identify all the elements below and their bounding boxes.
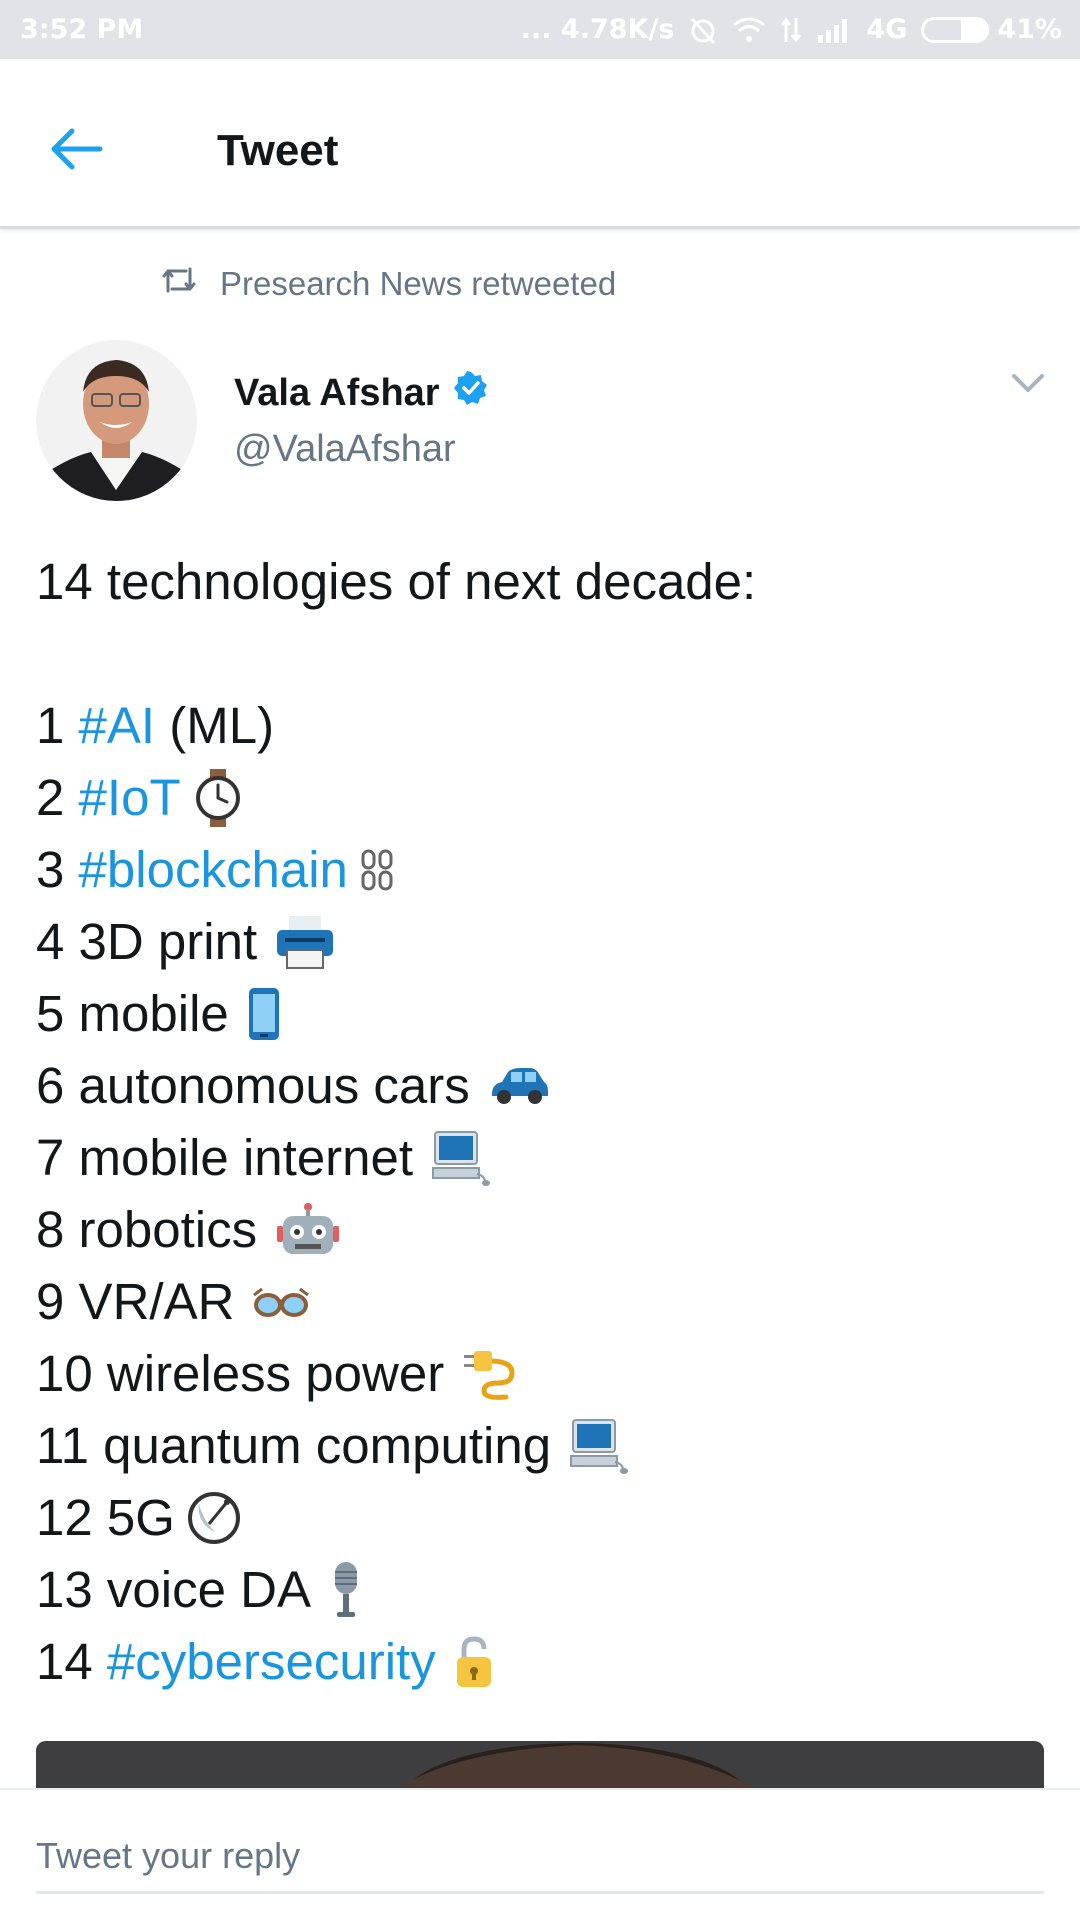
tweet-text: 14 technologies of next decade: 1 #AI (M… — [36, 546, 1046, 1698]
list-item: 1 #AI (ML) — [36, 690, 1046, 762]
item-number: 3 — [36, 841, 65, 898]
list-item: 7 mobile internet — [36, 1122, 1046, 1194]
list-item: 14 #cybersecurity — [36, 1626, 1046, 1698]
item-text: autonomous cars — [78, 1057, 470, 1114]
tweet-menu-button[interactable] — [1010, 368, 1046, 398]
item-text: quantum computing — [103, 1417, 552, 1474]
item-number: 12 — [36, 1489, 93, 1546]
item-text: mobile internet — [78, 1129, 414, 1186]
list-item: 12 5G — [36, 1482, 1046, 1554]
item-text: mobile — [78, 985, 229, 1042]
reply-bar: Tweet your reply — [0, 1788, 1080, 1920]
page-title: Tweet — [217, 126, 339, 175]
hashtag-link[interactable]: #blockchain — [79, 834, 348, 906]
retweet-context[interactable]: Presearch News retweeted — [160, 260, 616, 308]
item-text: 3D print — [78, 913, 258, 970]
item-text: VR/AR — [78, 1273, 235, 1330]
list-item: 8 robotics — [36, 1194, 1046, 1266]
hashtag-link[interactable]: #AI — [79, 690, 156, 762]
satellite-dish-icon — [187, 1490, 241, 1546]
alarm-off-icon — [688, 15, 718, 45]
list-item: 3 #blockchain — [36, 834, 1046, 906]
technology-list: 1 #AI (ML) 2 #IoT 3 #blockchain 4 3D print 5… — [36, 690, 1046, 1698]
computer-icon — [569, 1418, 629, 1474]
item-number: 4 — [36, 913, 65, 970]
retweet-icon — [160, 265, 198, 303]
item-number: 5 — [36, 985, 65, 1042]
hashtag-link[interactable]: #IoT — [79, 762, 181, 834]
printer-icon — [275, 914, 335, 970]
back-button[interactable] — [48, 119, 118, 183]
chevron-down-icon — [1010, 374, 1046, 402]
watch-icon — [193, 769, 243, 827]
item-number: 7 — [36, 1129, 65, 1186]
status-bar: 3:52 PM ... 4.78K/s 4G 41% — [0, 0, 1080, 59]
item-text: (ML) — [155, 697, 275, 754]
item-number: 6 — [36, 1057, 65, 1114]
computer-icon — [431, 1130, 491, 1186]
verified-badge-icon — [453, 368, 488, 418]
item-number: 10 — [36, 1345, 93, 1402]
arrow-left-icon — [48, 127, 104, 176]
media-preview[interactable] — [36, 1741, 1044, 1789]
hashtag-link[interactable]: #cybersecurity — [107, 1626, 436, 1698]
author-name: Vala Afshar — [234, 372, 440, 414]
wifi-icon — [732, 16, 766, 44]
author-handle[interactable]: @ValaAfshar — [234, 424, 456, 474]
list-item: 5 mobile — [36, 978, 1046, 1050]
battery-fill — [960, 19, 987, 40]
plug-icon — [462, 1347, 520, 1401]
robot-icon — [275, 1202, 341, 1258]
lock-icon — [454, 1635, 494, 1689]
list-item: 11 quantum computing — [36, 1410, 1046, 1482]
battery-indicator: 41% — [921, 14, 1062, 45]
item-number: 8 — [36, 1201, 65, 1258]
item-text: robotics — [78, 1201, 258, 1258]
item-number: 1 — [36, 697, 65, 754]
glasses-icon — [252, 1285, 310, 1319]
item-text: wireless power — [106, 1345, 445, 1402]
signal-icon — [816, 17, 852, 43]
list-item: 9 VR/AR — [36, 1266, 1046, 1338]
list-item: 2 #IoT — [36, 762, 1046, 834]
item-text: 5G — [106, 1489, 175, 1546]
network-speed: ... 4.78K/s — [520, 14, 675, 45]
reply-input[interactable]: Tweet your reply — [36, 1820, 1044, 1894]
car-icon — [488, 1066, 550, 1106]
list-item: 4 3D print — [36, 906, 1046, 978]
item-number: 9 — [36, 1273, 65, 1330]
data-transfer-icon — [780, 16, 802, 44]
battery-percent: 41% — [997, 14, 1062, 45]
list-item: 6 autonomous cars — [36, 1050, 1046, 1122]
item-text: voice DA — [106, 1561, 311, 1618]
retweet-label: Presearch News retweeted — [220, 265, 617, 302]
app-bar: Tweet — [0, 59, 1080, 229]
item-number: 13 — [36, 1561, 93, 1618]
chain-icon — [360, 848, 394, 892]
mobile-phone-icon — [247, 986, 281, 1042]
tweet-intro: 14 technologies of next decade: — [36, 553, 757, 610]
item-number: 11 — [36, 1417, 89, 1474]
battery-icon — [921, 16, 990, 43]
microphone-icon — [329, 1560, 363, 1620]
list-item: 10 wireless power — [36, 1338, 1046, 1410]
status-indicators: ... 4.78K/s 4G 41% — [521, 14, 1062, 45]
item-number: 14 — [36, 1633, 93, 1690]
status-time: 3:52 PM — [20, 14, 144, 45]
list-item: 13 voice DA — [36, 1554, 1046, 1626]
network-type: 4G — [866, 14, 908, 45]
item-number: 2 — [36, 769, 65, 826]
avatar[interactable] — [36, 340, 197, 501]
author-name-row[interactable]: Vala Afshar — [234, 368, 488, 418]
